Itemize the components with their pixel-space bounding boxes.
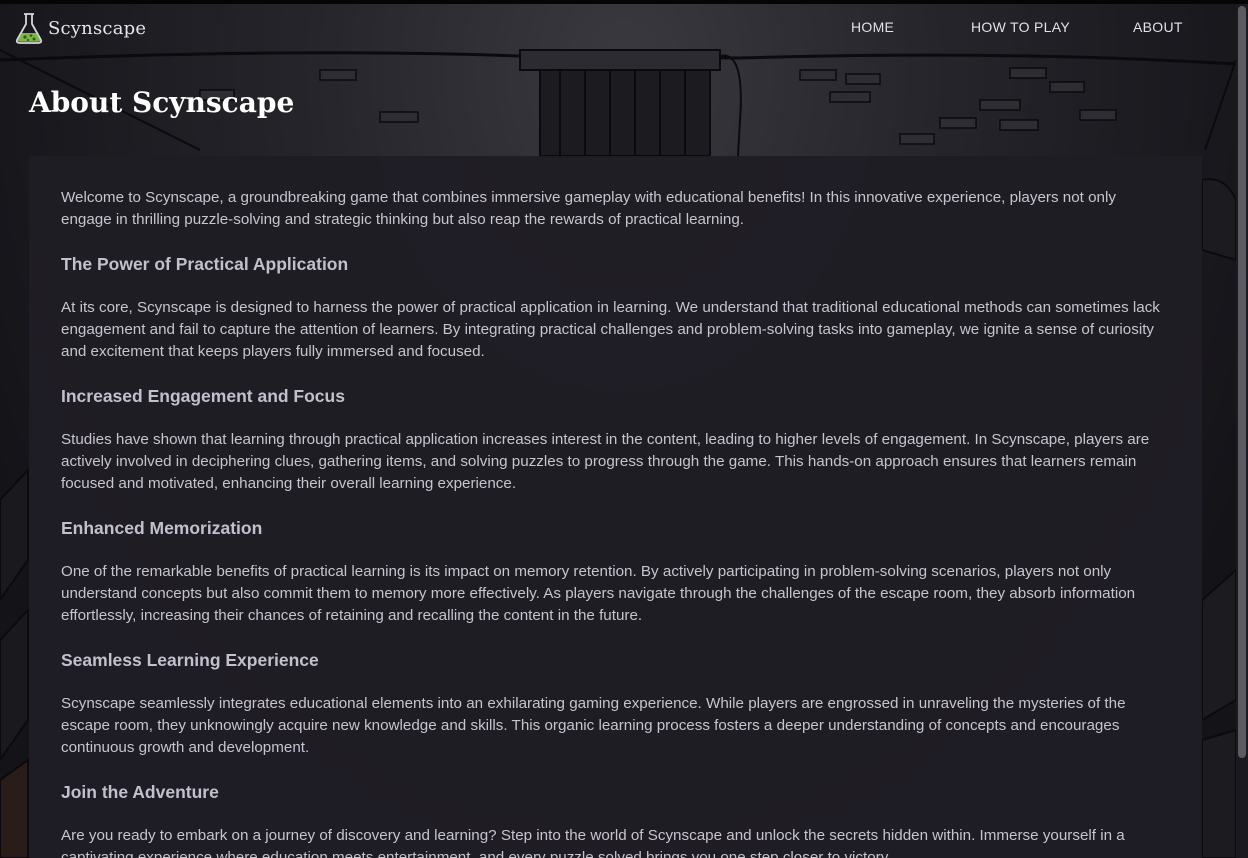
section-paragraph: Scynscape seamlessly integrates educatio… xyxy=(61,695,1126,756)
section-paragraph: Are you ready to embark on a journey of … xyxy=(61,827,1125,858)
flask-icon xyxy=(15,13,43,44)
section-heading: Join the Adventure xyxy=(61,782,219,802)
section-heading: Enhanced Memorization xyxy=(61,518,263,538)
section-heading: Seamless Learning Experience xyxy=(61,650,319,670)
page-title: About Scynscape xyxy=(29,86,295,119)
nav-home-link[interactable]: HOME xyxy=(851,19,894,35)
nav-how-to-play-link[interactable]: HOW TO PLAY xyxy=(971,19,1070,35)
brand-name: Scynscape xyxy=(48,17,147,39)
section-heading: The Power of Practical Application xyxy=(61,254,349,274)
scrollbar-thumb[interactable] xyxy=(1238,6,1246,758)
section-paragraph: Studies have shown that learning through… xyxy=(61,431,1150,492)
section-heading: Increased Engagement and Focus xyxy=(61,386,345,406)
intro-paragraph: Welcome to Scynscape, a groundbreaking g… xyxy=(61,189,1116,228)
about-content-panel: Welcome to Scynscape, a groundbreaking g… xyxy=(29,156,1202,858)
section-paragraph: At its core, Scynscape is designed to ha… xyxy=(61,299,1160,360)
page-scrollbar[interactable] xyxy=(1236,4,1248,858)
top-navbar: Scynscape HOME HOW TO PLAY ABOUT xyxy=(0,4,1236,50)
section-paragraph: One of the remarkable benefits of practi… xyxy=(61,563,1136,624)
nav-about-link[interactable]: ABOUT xyxy=(1133,19,1183,35)
brand-logo-link[interactable]: Scynscape xyxy=(14,11,146,45)
